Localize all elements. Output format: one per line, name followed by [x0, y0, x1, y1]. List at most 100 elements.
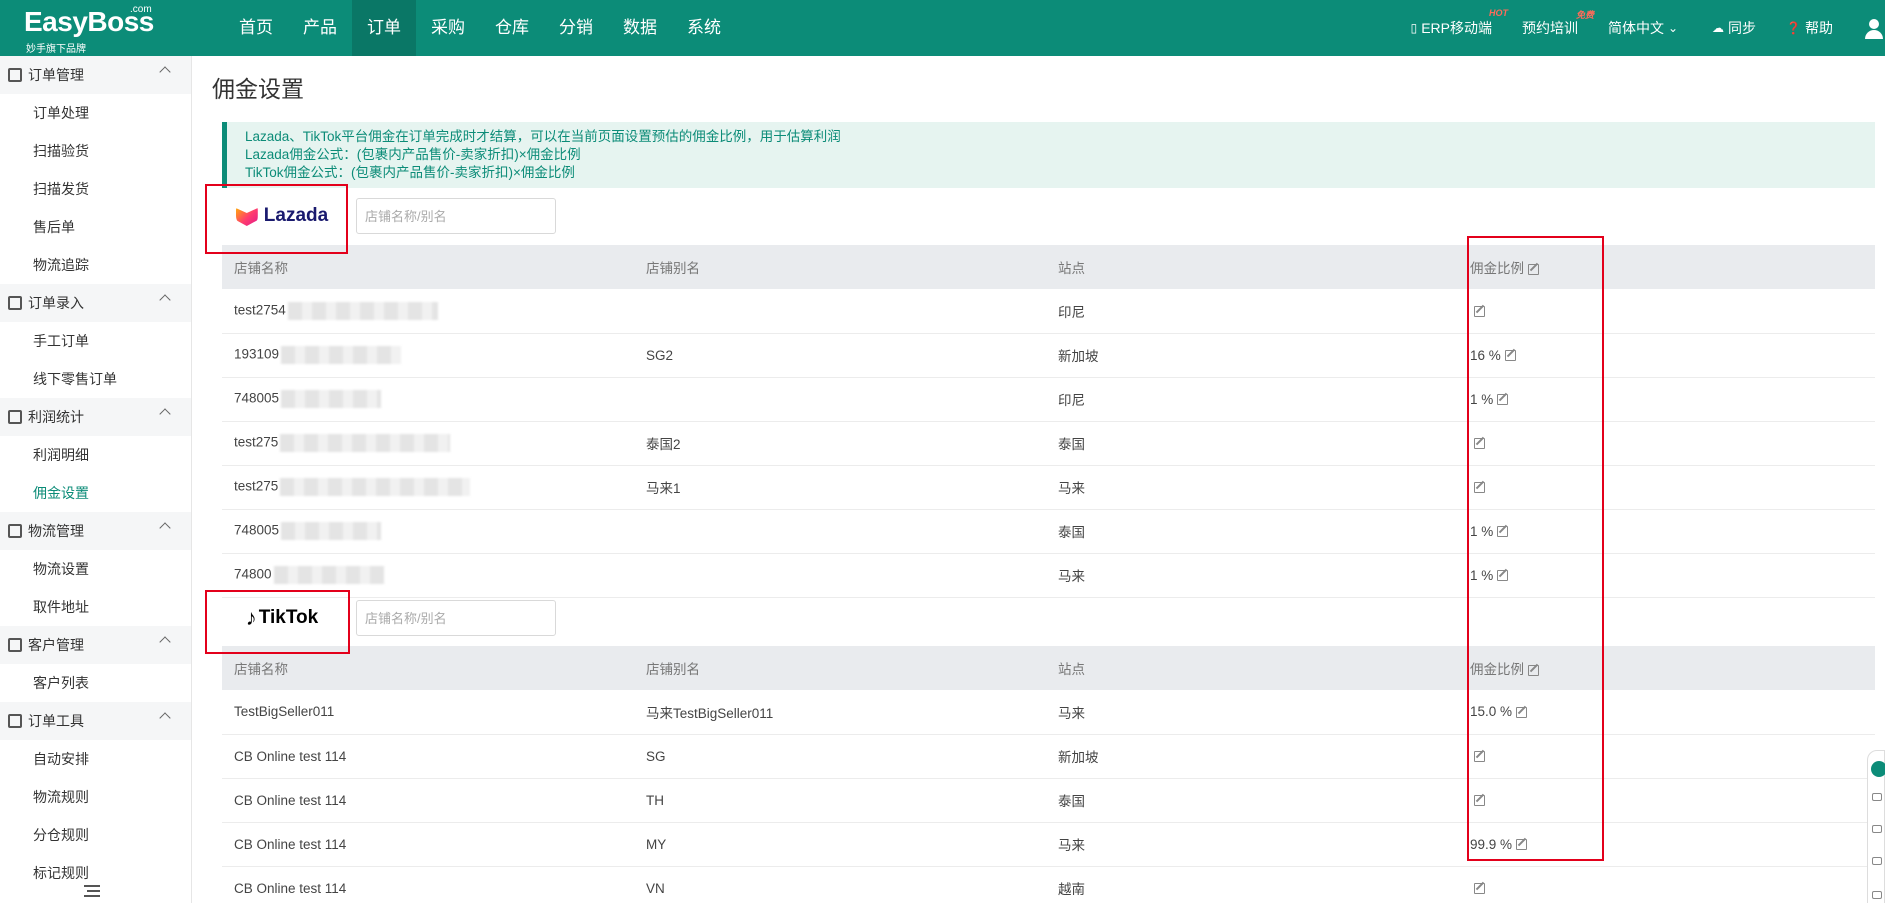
chat-icon[interactable]	[1872, 825, 1882, 833]
cell-site: 新加坡	[1046, 734, 1458, 779]
cell-name-text: 193109	[234, 346, 280, 362]
erp-mobile-link[interactable]: ▯ ERP移动端 HOT	[1411, 8, 1508, 38]
link-icon[interactable]	[1872, 857, 1882, 865]
table-row: CB Online test 114 MY 马来 99.9 %	[222, 822, 1875, 867]
nav-item[interactable]: 订单	[352, 0, 416, 56]
edit-rate-icon[interactable]	[1516, 707, 1528, 719]
sidebar-item[interactable]: 分仓规则	[0, 816, 191, 854]
cell-name: CB Online test 114	[222, 778, 634, 823]
help-button[interactable]: ❓ 帮助	[1786, 18, 1833, 38]
edit-rate-icon[interactable]	[1497, 570, 1509, 582]
column-header-label: 店铺别名	[646, 662, 700, 677]
notice-line: TikTok佣金公式：(包裹内产品售价-卖家折扣)×佣金比例	[245, 165, 575, 180]
table-row: TestBigSeller011 马来TestBigSeller011 马来 15.0…	[222, 690, 1875, 735]
edit-rate-icon[interactable]	[1474, 306, 1485, 318]
cell-alias-text: 马来1	[646, 481, 681, 496]
cell-rate	[1458, 734, 1875, 779]
sidebar-item[interactable]: 订单处理	[0, 94, 191, 132]
edit-rate-icon[interactable]	[1497, 526, 1509, 538]
sidebar-group-label: 订单工具	[28, 713, 84, 729]
sidebar-item[interactable]: 利润明细	[0, 436, 191, 474]
service-avatar-icon[interactable]	[1871, 761, 1885, 777]
nav-item[interactable]: 仓库	[480, 0, 544, 56]
back-to-top-icon[interactable]	[1872, 891, 1882, 899]
lazada-logo-text: Lazada	[263, 205, 329, 226]
sidebar-item[interactable]: 自动安排	[0, 740, 191, 778]
cell-site: 印尼	[1046, 377, 1458, 422]
cell-alias: SG2	[634, 333, 1046, 378]
edit-rate-icon[interactable]	[1474, 438, 1485, 450]
cell-site: 马来	[1046, 690, 1458, 735]
lazada-shop-search-input[interactable]	[356, 198, 556, 234]
sidebar-item[interactable]: 扫描验货	[0, 132, 191, 170]
language-select[interactable]: 简体中文 ⌄	[1608, 18, 1682, 38]
edit-rate-icon[interactable]	[1474, 883, 1485, 895]
sync-label: 同步	[1728, 20, 1757, 36]
edit-rate-icon[interactable]	[1474, 482, 1485, 494]
cell-alias-text: MY	[646, 836, 667, 852]
floating-service-widget[interactable]	[1867, 750, 1885, 903]
chevron-up-icon	[159, 294, 171, 306]
nav-item[interactable]: 首页	[224, 0, 288, 56]
edit-rate-icon[interactable]	[1474, 795, 1485, 807]
cloud-icon: ☁	[1712, 21, 1725, 35]
sidebar-group[interactable]: 订单录入	[0, 284, 191, 322]
edit-rate-icon[interactable]	[1504, 350, 1516, 362]
cell-rate: 15.0 %	[1458, 690, 1875, 735]
nav-item[interactable]: 数据	[608, 0, 672, 56]
sidebar-item[interactable]: 物流设置	[0, 550, 191, 588]
cell-rate	[1458, 421, 1875, 466]
cell-alias-text: 马来TestBigSeller011	[646, 705, 774, 721]
sidebar-item[interactable]: 扫描发货	[0, 170, 191, 208]
nav-item[interactable]: 系统	[672, 0, 736, 56]
edit-rate-icon[interactable]	[1516, 839, 1528, 851]
column-header: 店铺名称	[222, 245, 634, 289]
sidebar-item[interactable]: 售后单	[0, 208, 191, 246]
group-icon	[8, 638, 22, 652]
nav-item[interactable]: 采购	[416, 0, 480, 56]
batch-edit-icon[interactable]	[1528, 263, 1539, 275]
sidebar-item[interactable]: 手工订单	[0, 322, 191, 360]
sidebar-group[interactable]: 利润统计	[0, 398, 191, 436]
sidebar-item[interactable]: 物流追踪	[0, 246, 191, 284]
sidebar-item[interactable]: 取件地址	[0, 588, 191, 626]
sidebar-item[interactable]: 佣金设置	[0, 474, 191, 512]
cell-name-text: CB Online test 114	[234, 880, 347, 896]
sidebar-group[interactable]: 订单管理	[0, 56, 191, 94]
cell-rate-text: 15.0 %	[1470, 704, 1513, 720]
sync-button[interactable]: ☁ 同步	[1712, 18, 1756, 38]
cell-rate: 99.9 %	[1458, 822, 1875, 867]
tiktok-shop-search-input[interactable]	[356, 600, 556, 636]
sidebar-group[interactable]: 物流管理	[0, 512, 191, 550]
chevron-up-icon	[159, 712, 171, 724]
edit-rate-icon[interactable]	[1497, 394, 1509, 406]
cell-site: 新加坡	[1046, 333, 1458, 378]
cell-site: 泰国	[1046, 509, 1458, 554]
tiktok-section-header: ♪ TikTok	[222, 596, 556, 640]
cell-name: test275	[222, 421, 634, 466]
training-link[interactable]: 预约培训 免费	[1522, 10, 1594, 38]
cell-site: 泰国	[1046, 778, 1458, 823]
page-title: 佣金设置	[212, 76, 304, 102]
sidebar-group[interactable]: 订单工具	[0, 702, 191, 740]
nav-item[interactable]: 分销	[544, 0, 608, 56]
brand-logo[interactable]: EasyBoss .com 妙手旗下品牌	[0, 0, 220, 56]
sidebar-item[interactable]: 物流规则	[0, 778, 191, 816]
sidebar-group[interactable]: 客户管理	[0, 626, 191, 664]
cell-name-text: 74800	[234, 566, 272, 582]
edit-rate-icon[interactable]	[1474, 751, 1485, 763]
sidebar-item[interactable]: 客户列表	[0, 664, 191, 702]
doc-icon[interactable]	[1872, 793, 1882, 801]
cell-site-text: 马来	[1058, 569, 1085, 584]
user-icon[interactable]	[1863, 17, 1885, 39]
top-right-actions: ▯ ERP移动端 HOT 预约培训 免费 简体中文 ⌄ ☁ 同步 ❓ 帮助	[1411, 0, 1885, 56]
cell-site-text: 泰国	[1058, 437, 1085, 452]
cell-alias: VN	[634, 866, 1046, 903]
collapse-menu-icon[interactable]	[84, 885, 100, 897]
help-icon: ❓	[1786, 21, 1801, 35]
cell-name-text: CB Online test 114	[234, 792, 347, 808]
nav-item[interactable]: 产品	[288, 0, 352, 56]
sidebar-item[interactable]: 线下零售订单	[0, 360, 191, 398]
batch-edit-icon[interactable]	[1528, 664, 1539, 676]
cell-rate: 1 %	[1458, 509, 1875, 554]
